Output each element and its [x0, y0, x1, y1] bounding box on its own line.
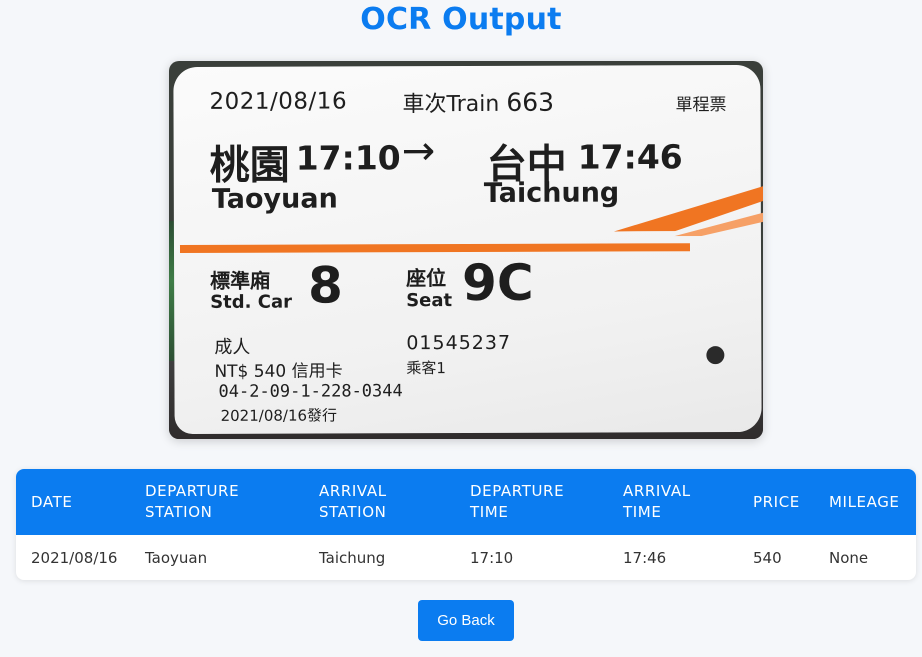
header-arrival-time: ARRIVAL TIME: [608, 469, 738, 535]
ticket-date: 2021/08/16: [209, 88, 348, 115]
cell-departure-station: Taoyuan: [145, 548, 208, 567]
ticket-price-line: NT$ 540 信用卡: [214, 361, 343, 382]
ticket-code: 04-2-09-1-228-0344: [218, 381, 403, 402]
cell-mileage: None: [829, 548, 869, 567]
page: OCR Output 2021/08/16 車次Train 663 單程票 桃園…: [0, 0, 922, 657]
ticket-train-number: 663: [506, 87, 555, 117]
page-title: OCR Output: [360, 2, 562, 37]
cell-date: 2021/08/16: [31, 548, 118, 567]
header-departure-time-line1: DEPARTURE: [470, 482, 565, 500]
header-arrival-station-line1: ARRIVAL: [319, 482, 387, 500]
header-price-line1: PRICE: [753, 492, 800, 511]
header-mileage-line1: MILEAGE: [829, 492, 900, 511]
train-ticket: 2021/08/16 車次Train 663 單程票 桃園 17:10 → 台中…: [173, 64, 761, 435]
ticket-issued: 2021/08/16發行: [220, 406, 338, 425]
ticket-car-number: 8: [308, 256, 344, 315]
header-departure-station-line2: STATION: [145, 503, 213, 521]
cell-arrival-time: 17:46: [623, 548, 667, 567]
ticket-car-label-zh: 標準廂: [210, 268, 271, 293]
ticket-train-label: 車次Train: [402, 91, 500, 118]
table-header-row: DATE DEPARTURE STATION ARRIVAL STATION DEP…: [16, 469, 916, 535]
ticket-from-en: Taoyuan: [211, 183, 338, 215]
ticket-car-label-en: Std. Car: [210, 291, 293, 313]
ticket-punch-hole: [706, 346, 725, 365]
ticket-stripe: [179, 243, 691, 254]
header-departure-station-line1: DEPARTURE: [145, 482, 240, 500]
ticket-train: 車次Train 663: [402, 86, 554, 119]
ticket-photo: 2021/08/16 車次Train 663 單程票 桃園 17:10 → 台中…: [169, 61, 763, 439]
header-arrival-time-line1: ARRIVAL: [623, 482, 691, 500]
cell-arrival-station: Taichung: [319, 548, 386, 567]
result-table: DATE DEPARTURE STATION ARRIVAL STATION DEP…: [16, 469, 916, 580]
header-date-line1: DATE: [31, 492, 73, 511]
header-departure-time: DEPARTURE TIME: [455, 469, 608, 535]
ticket-seat-number: 9C: [462, 253, 534, 313]
header-arrival-station: ARRIVAL STATION: [304, 469, 455, 535]
ticket-seat-label-en: Seat: [406, 290, 453, 312]
ticket-number: 01545237: [406, 331, 512, 355]
ticket-to-en: Taichung: [483, 177, 620, 209]
cell-price: 540: [753, 548, 782, 567]
ticket-passenger-type: 成人: [214, 336, 251, 358]
header-arrival-station-line2: STATION: [319, 503, 387, 521]
ticket-type: 單程票: [675, 95, 727, 116]
ticket-passenger-count: 乘客1: [406, 359, 446, 378]
header-price: PRICE: [738, 469, 814, 535]
ticket-to-time: 17:46: [577, 137, 683, 177]
header-departure-station: DEPARTURE STATION: [130, 469, 304, 535]
go-back-button[interactable]: Go Back: [418, 600, 514, 641]
ocr-result-table: DATE DEPARTURE STATION ARRIVAL STATION DEP…: [16, 469, 916, 580]
header-departure-time-line2: TIME: [470, 503, 509, 521]
header-arrival-time-line2: TIME: [623, 503, 662, 521]
cell-departure-time: 17:10: [470, 548, 514, 567]
ticket-from-zh: 桃園: [209, 142, 290, 189]
table-row: 2021/08/16 Taoyuan Taichung 17:10 17:46 …: [16, 535, 916, 580]
ticket-seat-label-zh: 座位: [406, 266, 447, 291]
header-date: DATE: [16, 469, 130, 535]
ticket-from-time: 17:10: [295, 138, 401, 178]
arrow-right-icon: →: [401, 128, 436, 175]
header-mileage: MILEAGE: [814, 469, 916, 535]
